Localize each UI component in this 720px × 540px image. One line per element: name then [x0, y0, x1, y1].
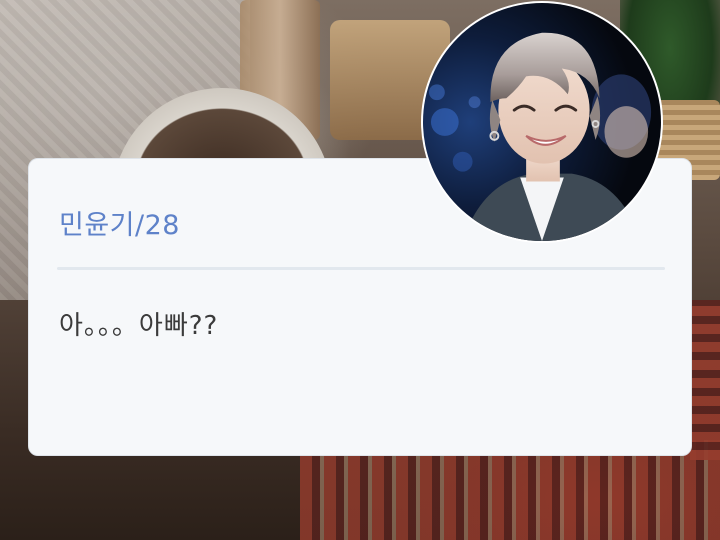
background-rug-edge	[690, 300, 720, 460]
avatar-photo-icon	[423, 3, 661, 241]
background-photo: 민윤기/28 아。。。아빠??	[0, 0, 720, 540]
card-divider	[57, 267, 665, 270]
profile-avatar	[421, 1, 663, 243]
profile-name-age: 민윤기/28	[59, 210, 180, 241]
profile-message: 아。。。아빠??	[59, 311, 219, 341]
